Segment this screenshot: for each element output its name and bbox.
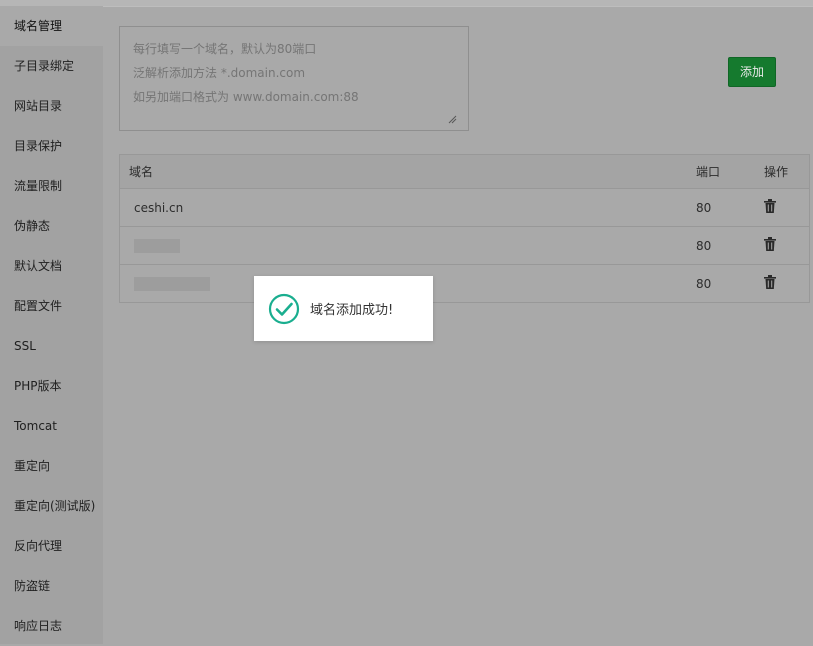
sidebar-item-site-directory[interactable]: 网站目录 [0, 86, 103, 126]
sidebar-item-config-file[interactable]: 配置文件 [0, 286, 103, 326]
sidebar-item-reverse-proxy[interactable]: 反向代理 [0, 526, 103, 566]
header-domain: 域名 [129, 165, 154, 179]
blurred-domain [134, 276, 210, 291]
domain-input[interactable] [119, 26, 469, 131]
delete-icon[interactable] [764, 237, 776, 251]
header-operation: 操作 [764, 165, 789, 179]
resize-handle-icon[interactable] [447, 114, 457, 124]
blurred-domain [134, 238, 180, 253]
sidebar-item-redirect[interactable]: 重定向 [0, 446, 103, 486]
add-button[interactable]: 添加 [728, 57, 776, 87]
sidebar-item-traffic-limit[interactable]: 流量限制 [0, 166, 103, 206]
domain-table: 域名 端口 操作 ceshi.cn 80 80 80 [119, 154, 810, 303]
sidebar-item-tomcat[interactable]: Tomcat [0, 406, 103, 446]
sidebar-item-default-document[interactable]: 默认文档 [0, 246, 103, 286]
success-check-icon [268, 293, 300, 324]
table-row: 80 [120, 265, 809, 302]
cell-port: 80 [696, 276, 712, 291]
delete-icon[interactable] [764, 275, 776, 289]
sidebar-item-response-log[interactable]: 响应日志 [0, 606, 103, 646]
cell-port: 80 [696, 200, 712, 215]
sidebar-item-ssl[interactable]: SSL [0, 326, 103, 366]
cell-operation [758, 275, 809, 292]
success-toast: 域名添加成功! [254, 276, 433, 341]
sidebar-item-redirect-beta[interactable]: 重定向(测试版) [0, 486, 103, 526]
table-row: ceshi.cn 80 [120, 189, 809, 227]
sidebar-item-php-version[interactable]: PHP版本 [0, 366, 103, 406]
sidebar: 域名管理 子目录绑定 网站目录 目录保护 流量限制 伪静态 默认文档 配置文件 … [0, 6, 103, 644]
delete-icon[interactable] [764, 199, 776, 213]
sidebar-item-hotlink-protection[interactable]: 防盗链 [0, 566, 103, 606]
cell-domain: ceshi.cn [134, 200, 184, 215]
sidebar-item-rewrite[interactable]: 伪静态 [0, 206, 103, 246]
cell-operation [758, 237, 809, 254]
cell-operation [758, 199, 809, 216]
sidebar-item-domain-management[interactable]: 域名管理 [0, 6, 103, 46]
toast-message: 域名添加成功! [310, 303, 394, 318]
table-header: 域名 端口 操作 [120, 155, 809, 189]
table-row: 80 [120, 227, 809, 265]
header-port: 端口 [696, 165, 721, 179]
main-content: 添加 域名 端口 操作 ceshi.cn 80 [103, 6, 813, 644]
cell-port: 80 [696, 238, 712, 253]
cell-domain [120, 238, 688, 253]
sidebar-item-directory-protection[interactable]: 目录保护 [0, 126, 103, 166]
sidebar-item-subdirectory-binding[interactable]: 子目录绑定 [0, 46, 103, 86]
